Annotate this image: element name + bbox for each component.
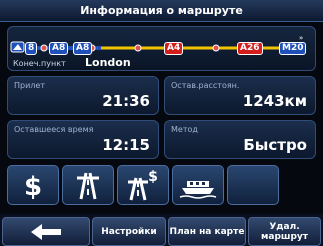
dollar-icon: $ bbox=[24, 172, 42, 200]
road-label: A4 bbox=[164, 42, 184, 55]
road-label: A8 bbox=[49, 42, 69, 55]
empty-toggle[interactable] bbox=[227, 165, 279, 205]
highway-icon bbox=[77, 172, 99, 200]
toll-highways-toggle[interactable]: $ bbox=[117, 165, 169, 205]
svg-text:$: $ bbox=[24, 172, 42, 200]
destination-label: Конеч.пункт bbox=[13, 59, 66, 68]
window-title: Информация о маршруте bbox=[0, 0, 323, 22]
start-flag-icon bbox=[10, 41, 25, 53]
method-box[interactable]: Метод Быстро bbox=[164, 120, 316, 159]
highways-toggle[interactable] bbox=[62, 165, 114, 205]
arrival-label: Прилет bbox=[14, 81, 45, 90]
bottom-toolbar: Настройки План на карте Удал. маршрут bbox=[0, 214, 323, 246]
toll-highway-icon: $ bbox=[128, 169, 158, 201]
road-label: A8 bbox=[73, 42, 93, 55]
ferries-toggle[interactable] bbox=[172, 165, 224, 205]
remaining-time-value: 12:15 bbox=[102, 136, 150, 154]
distance-value: 1243км bbox=[242, 92, 307, 110]
delete-route-button[interactable]: Удал. маршрут bbox=[248, 217, 321, 246]
road-label: M20 bbox=[279, 42, 307, 55]
svg-text:»: » bbox=[299, 34, 303, 42]
distance-label: Остав.расстоян. bbox=[171, 81, 240, 90]
destination-city: London bbox=[85, 56, 131, 69]
back-button[interactable] bbox=[2, 217, 90, 246]
arrival-box: Прилет 21:36 bbox=[7, 76, 159, 115]
back-arrow-icon bbox=[31, 223, 61, 240]
ferry-icon bbox=[179, 181, 217, 199]
toll-roads-toggle[interactable]: $ bbox=[7, 165, 59, 205]
remaining-time-box: Оставшееся время 12:15 bbox=[7, 120, 159, 159]
method-label: Метод bbox=[171, 125, 198, 134]
remaining-time-label: Оставшееся время bbox=[14, 125, 94, 134]
distance-box: Остав.расстоян. 1243км bbox=[164, 76, 316, 115]
arrival-value: 21:36 bbox=[102, 92, 150, 110]
road-label: 8 bbox=[25, 42, 38, 55]
road-label: A26 bbox=[237, 42, 263, 55]
route-overview: » 8 A8 A8 A4 A26 M20 Конеч.пункт London bbox=[7, 26, 316, 71]
settings-button[interactable]: Настройки bbox=[92, 217, 166, 246]
method-value: Быстро bbox=[243, 136, 307, 154]
map-plan-button[interactable]: План на карте bbox=[168, 217, 246, 246]
svg-text:$: $ bbox=[148, 169, 158, 185]
